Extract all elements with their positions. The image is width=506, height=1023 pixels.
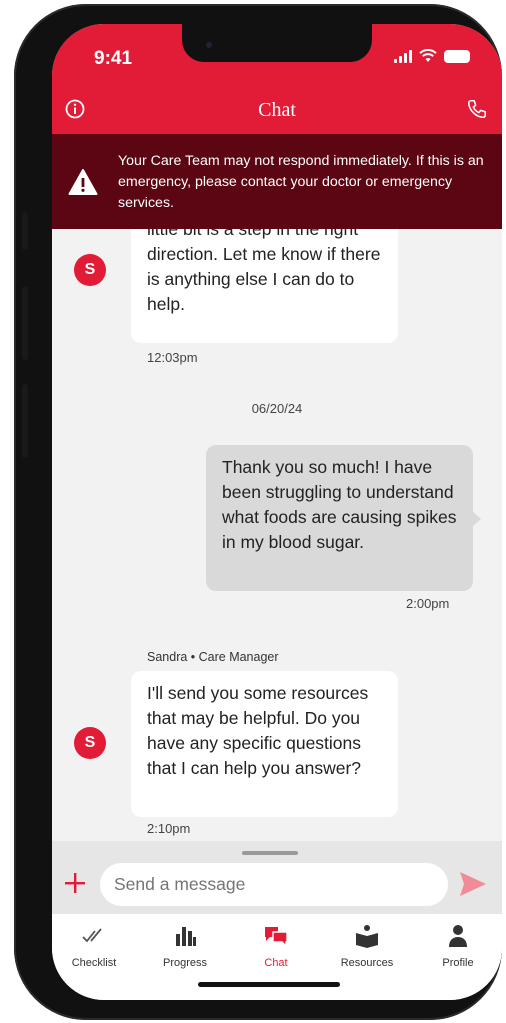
avatar: S [74,254,106,286]
phone-frame: 9:41 Chat Your Care Team may not respond… [14,4,502,1020]
send-icon[interactable] [459,871,487,897]
message-composer [52,841,502,914]
message-input[interactable] [100,863,448,906]
double-check-icon [82,928,102,943]
bar-chart-icon [176,927,196,946]
wifi-icon [419,49,437,62]
app-header: 9:41 Chat [52,24,502,134]
banner-text: Your Care Team may not respond immediate… [118,153,484,211]
volume-up-button [22,286,28,360]
warning-icon [68,169,98,195]
emergency-warning-banner: Your Care Team may not respond immediate… [52,134,502,229]
cellular-signal-icon [394,49,412,63]
page-title: Chat [258,99,296,121]
tab-checklist[interactable]: Checklist [54,924,134,969]
phone-call-icon[interactable] [466,98,488,120]
tab-label: Resources [340,957,394,969]
message-timestamp: 2:00pm [406,596,450,611]
tab-label: Chat [264,957,288,969]
tab-resources[interactable]: Resources [327,924,407,969]
message-timestamp: 2:10pm [147,821,191,836]
add-attachment-icon[interactable] [64,872,86,894]
home-indicator [198,982,340,987]
tab-label: Progress [162,957,208,969]
avatar: S [74,727,106,759]
tab-label: Profile [442,957,474,969]
message-list[interactable]: S little bit is a step in the right dire… [52,229,502,841]
silent-switch [22,212,28,250]
tab-chat[interactable]: Chat [236,924,316,969]
message-timestamp: 12:03pm [147,350,198,365]
notch [182,24,372,62]
incoming-message-bubble: I'll send you some resources that may be… [131,671,398,817]
chat-bubbles-icon [265,927,288,948]
tab-bar: Checklist Progress Chat Resources Profil… [52,914,502,1000]
tab-profile[interactable]: Profile [418,924,498,969]
status-time: 9:41 [94,48,133,69]
tab-label: Checklist [71,957,117,969]
outgoing-message-bubble: Thank you so much! I have been strugglin… [206,445,473,591]
status-icons [394,49,470,63]
sender-name: Sandra • Care Manager [147,650,279,664]
date-separator: 06/20/24 [251,401,303,416]
volume-down-button [22,384,28,458]
person-icon [449,925,467,947]
book-person-icon [356,925,378,948]
incoming-message-bubble: little bit is a step in the right direct… [131,229,398,343]
bubble-tail [473,512,481,526]
tab-progress[interactable]: Progress [145,924,225,969]
battery-icon [444,49,470,63]
drag-handle[interactable] [242,851,298,855]
app-screen: 9:41 Chat Your Care Team may not respond… [52,24,502,1000]
